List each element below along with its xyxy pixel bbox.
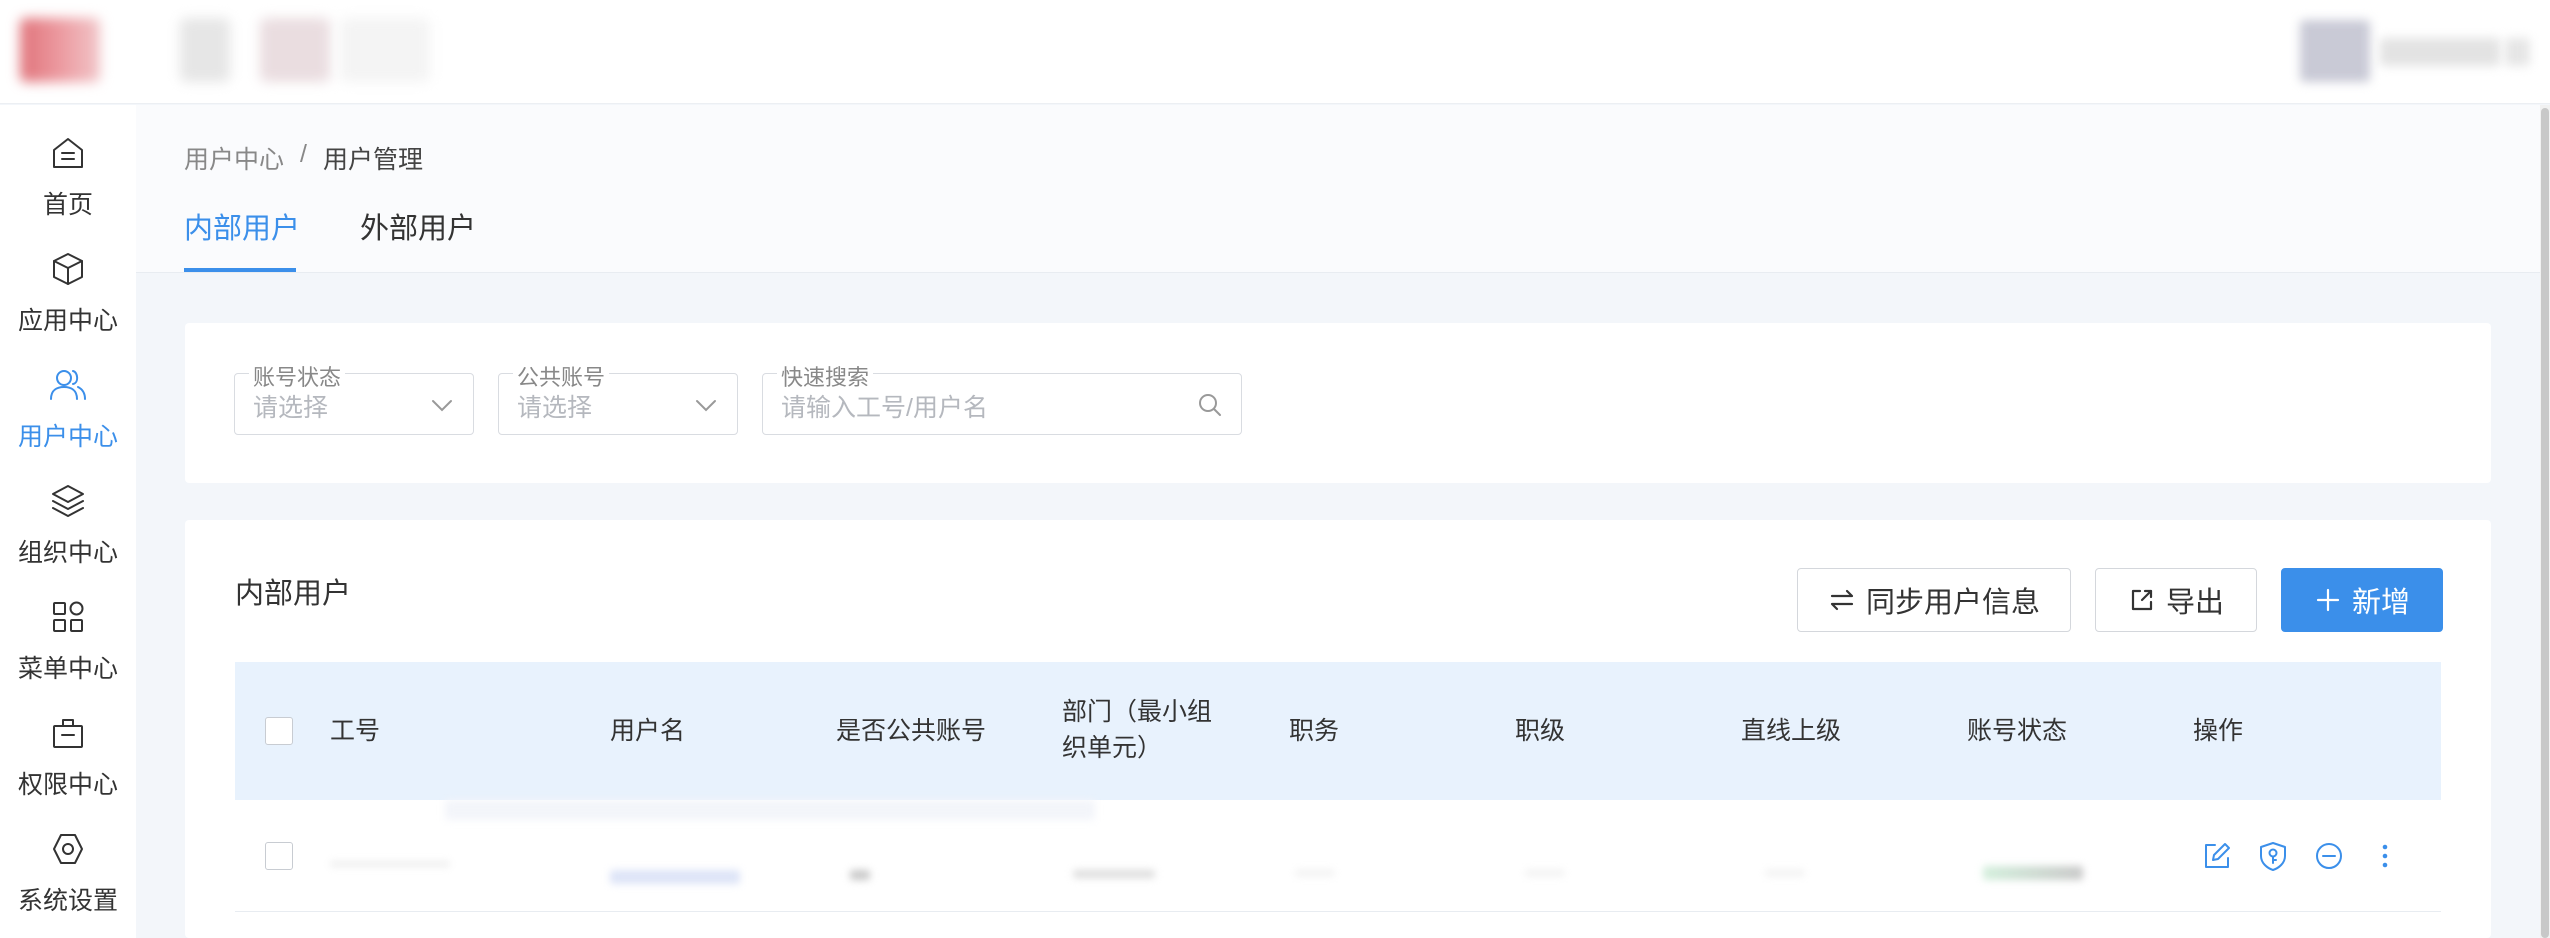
table-header: 工号 用户名 是否公共账号 部门（最小组 织单元） 职务 职级 直线上级 账号状… [235,662,2441,800]
chevron-down-icon [432,400,452,412]
active-tab-indicator [184,268,296,272]
grid-icon [53,601,84,632]
sidebar-item-label: 菜单中心 [17,655,118,683]
column-header-is-public-account[interactable]: 是否公共账号 [836,713,986,749]
sidebar-item-label: 用户中心 [17,423,118,451]
cell-account-status-blurred [1983,866,2083,880]
column-header-department[interactable]: 部门（最小组 织单元） [1062,694,1212,766]
user-avatar[interactable] [2300,20,2370,82]
page-header: 用户中心 / 用户管理 内部用户 外部用户 [136,105,2540,273]
select-all-checkbox[interactable] [265,717,293,745]
sidebar-item-home[interactable]: 首页 [0,115,136,225]
top-bar [0,0,2550,104]
sidebar-nav: 首页 应用中心 用户中心 组织中心 菜单中心 权限中心 系统设置 [0,105,136,938]
sidebar-item-app-center[interactable]: 应用中心 [0,231,136,341]
page-scrollbar-thumb[interactable] [2541,108,2549,938]
column-header-rank[interactable]: 职级 [1515,713,1565,749]
sidebar-item-permission-center[interactable]: 权限中心 [0,695,136,805]
brand-name-blurred [260,18,330,82]
export-button-label: 导出 [2165,587,2224,619]
column-header-position[interactable]: 职务 [1289,713,1339,749]
user-name-blurred[interactable] [2380,38,2500,66]
filter-panel: 账号状态 请选择 公共账号 请选择 快速搜索 请输入工号/用户名 [185,323,2491,483]
add-button-label: 新增 [2351,587,2410,619]
swap-icon [1830,589,1854,611]
sidebar-item-label: 组织中心 [17,539,118,567]
tab-internal-users[interactable]: 内部用户 [184,205,300,247]
row-checkbox[interactable] [265,842,293,870]
edit-icon[interactable] [2201,840,2233,872]
users-icon [50,370,86,400]
brand-name-blurred [180,18,230,82]
column-header-employee-id[interactable]: 工号 [330,713,380,749]
public-account-placeholder: 请选择 [517,394,593,422]
external-link-icon [2131,589,2153,611]
sidebar-item-user-center[interactable]: 用户中心 [0,347,136,457]
brand-logo [20,18,100,82]
public-account-select[interactable]: 公共账号 请选择 [498,360,738,435]
column-header-username[interactable]: 用户名 [610,713,685,749]
sidebar-item-label: 应用中心 [17,307,118,335]
tab-external-users[interactable]: 外部用户 [360,205,476,247]
export-button[interactable]: 导出 [2095,568,2257,632]
sidebar-item-menu-center[interactable]: 菜单中心 [0,579,136,689]
layers-icon [52,485,84,517]
cell-employee-id-blurred [330,862,450,866]
sidebar-item-label: 首页 [42,191,93,219]
sidebar-item-org-center[interactable]: 组织中心 [0,463,136,573]
add-button[interactable]: 新增 [2281,568,2443,632]
sidebar-item-label: 系统设置 [17,887,118,915]
cell-manager-blurred [1765,870,1805,876]
sync-button-label: 同步用户信息 [1865,587,2040,619]
cell-rank-blurred [1525,870,1565,876]
column-header-department-line1: 部门（最小组 [1062,698,1213,726]
cell-public-account-blurred [850,870,870,880]
cell-position-blurred [1295,870,1335,876]
sync-user-info-button[interactable]: 同步用户信息 [1797,568,2071,632]
column-header-direct-manager[interactable]: 直线上级 [1741,713,1841,749]
sidebar-item-label: 权限中心 [17,771,118,799]
card-title: 内部用户 [235,578,352,610]
home-icon [53,138,83,168]
breadcrumb: 用户中心 / 用户管理 [184,140,423,176]
column-header-account-status[interactable]: 账号状态 [1967,713,2067,749]
more-icon[interactable] [2369,840,2401,872]
table-row[interactable] [235,800,2441,912]
cell-blur-artifact [445,800,1095,820]
cube-icon [53,253,83,285]
user-table-card: 内部用户 同步用户信息 导出 新增 工号 用户名 是否公共账号 部门（最小组 织… [185,520,2491,938]
column-header-actions: 操作 [2193,717,2244,745]
chevron-down-icon [696,400,716,412]
quick-search-input[interactable]: 快速搜索 请输入工号/用户名 [762,360,1242,435]
brand-name-blurred [340,18,430,82]
hexagon-settings-icon [53,834,83,864]
breadcrumb-separator: / [300,140,307,168]
breadcrumb-root[interactable]: 用户中心 [184,140,284,176]
column-header-department-line2: 织单元） [1062,734,1163,762]
briefcase-icon [53,719,83,748]
cell-department-blurred [1073,870,1155,878]
user-menu-blurred[interactable] [2505,38,2530,66]
plus-icon [2316,588,2340,612]
cell-username-blurred [610,870,740,884]
breadcrumb-current: 用户管理 [322,146,423,174]
permission-shield-icon[interactable] [2257,840,2289,872]
quick-search-placeholder: 请输入工号/用户名 [781,394,988,422]
account-status-placeholder: 请选择 [253,394,329,422]
account-status-select[interactable]: 账号状态 请选择 [234,360,474,435]
sidebar-item-system-settings[interactable]: 系统设置 [0,811,136,921]
disable-icon[interactable] [2313,840,2345,872]
search-icon[interactable] [1197,392,1223,418]
